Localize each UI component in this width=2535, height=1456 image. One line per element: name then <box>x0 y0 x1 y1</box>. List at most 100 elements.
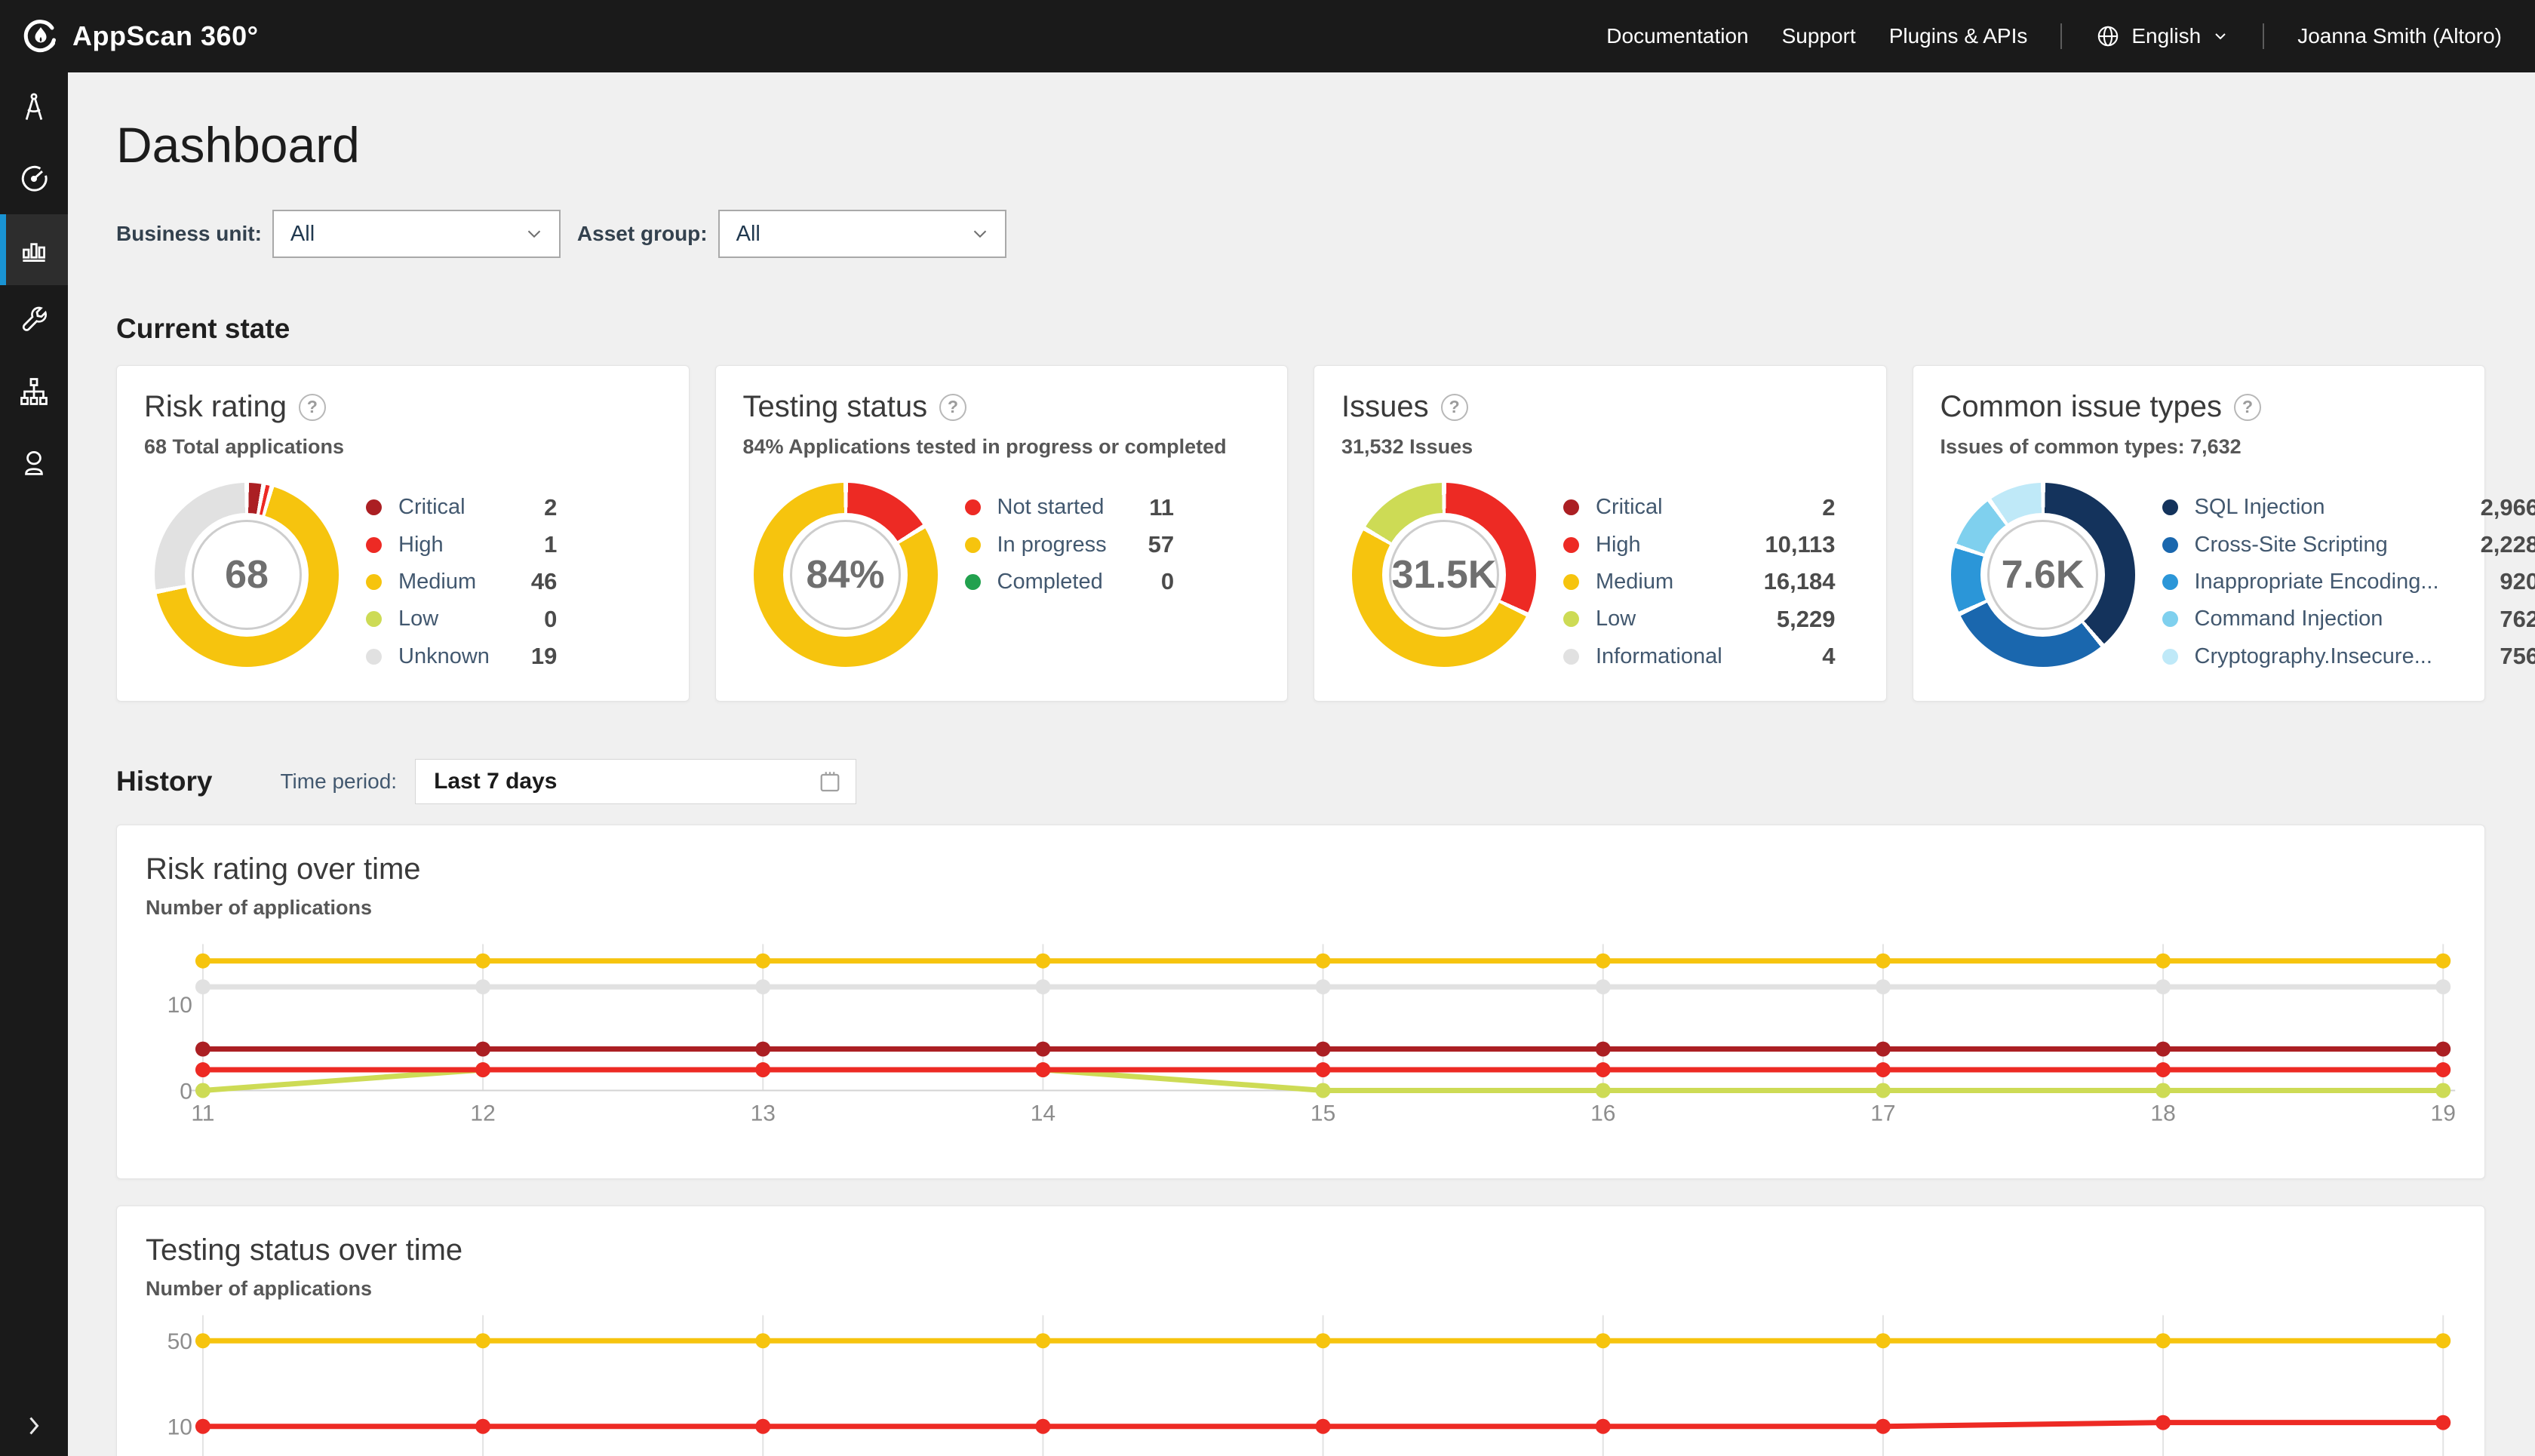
legend-label: Command Injection <box>2195 607 2439 631</box>
svg-text:14: 14 <box>1031 1101 1055 1126</box>
sidebar-item-organization[interactable] <box>0 356 68 427</box>
issues-donut-chart: 31.5K <box>1352 483 1536 667</box>
legend-value: 2 <box>490 494 557 521</box>
legend-dot <box>1563 574 1579 590</box>
asset-group-select[interactable]: All <box>718 210 1006 258</box>
legend-label: Inappropriate Encoding... <box>2195 570 2439 594</box>
app-logo: AppScan 360° <box>0 18 259 54</box>
hierarchy-icon <box>17 375 51 408</box>
help-icon[interactable]: ? <box>2234 394 2261 421</box>
sidebar-expand-button[interactable] <box>0 1412 68 1439</box>
testing-status-donut-chart: 84% <box>754 483 938 667</box>
card-testing-status: Testing status ? 84% Applications tested… <box>715 365 1289 702</box>
legend-dot <box>2162 649 2178 665</box>
business-unit-select[interactable]: All <box>272 210 561 258</box>
chart-title: Testing status over time <box>146 1233 462 1267</box>
chevron-down-icon <box>969 223 991 245</box>
svg-text:16: 16 <box>1590 1101 1615 1126</box>
language-menu[interactable]: English <box>2095 23 2229 49</box>
legend-dot <box>965 574 981 590</box>
legend-value: 46 <box>490 568 557 595</box>
legend-label: Informational <box>1596 644 1722 669</box>
testing-status-over-time-card: Testing status over time Number of appli… <box>116 1206 2485 1456</box>
help-icon[interactable]: ? <box>1441 394 1468 421</box>
topbar: AppScan 360° Documentation Support Plugi… <box>0 0 2535 72</box>
sidebar-item-settings[interactable] <box>0 285 68 356</box>
current-state-heading: Current state <box>116 313 2485 345</box>
chart-legend: Not started11In progress57Completed0 <box>965 489 1175 601</box>
legend-dot <box>2162 574 2178 590</box>
card-title: Common issue types <box>1940 390 2222 424</box>
donut-center-value: 7.6K <box>1951 483 2135 667</box>
business-unit-label: Business unit: <box>116 222 262 246</box>
donut-center-value: 31.5K <box>1352 483 1536 667</box>
legend-value: 16,184 <box>1722 568 1836 595</box>
time-period-label: Time period: <box>280 769 397 794</box>
sidebar-item-scans[interactable] <box>0 143 68 214</box>
chevron-right-icon <box>20 1412 48 1439</box>
card-subtitle: 84% Applications tested in progress or c… <box>743 435 1227 459</box>
chart-legend: Critical2High10,113Medium16,184Low5,229I… <box>1563 489 1835 675</box>
legend-value: 5,229 <box>1722 606 1836 633</box>
sidebar-item-applications[interactable] <box>0 72 68 143</box>
legend-value: 2 <box>1722 494 1836 521</box>
legend-dot <box>1563 649 1579 665</box>
nav-support[interactable]: Support <box>1782 24 1856 48</box>
card-common-issue-types: Common issue types ? Issues of common ty… <box>1913 365 2486 702</box>
gauge-icon <box>17 162 51 195</box>
card-title: Testing status <box>743 390 928 424</box>
top-navigation: Documentation Support Plugins & APIs Eng… <box>1606 23 2535 49</box>
page-title: Dashboard <box>116 115 2485 175</box>
card-issues: Issues ? 31,532 Issues 31.5K Critical2Hi… <box>1314 365 1887 702</box>
sidebar-item-dashboard[interactable] <box>0 214 68 285</box>
brand-name: AppScan 360° <box>72 20 259 52</box>
legend-value: 10,113 <box>1722 531 1836 558</box>
globe-icon <box>2095 23 2121 49</box>
legend-dot <box>1563 611 1579 627</box>
legend-value: 11 <box>1107 494 1174 521</box>
time-period-field[interactable]: Last 7 days <box>415 759 856 804</box>
legend-dot <box>965 537 981 553</box>
legend-label: Not started <box>997 495 1107 520</box>
svg-text:12: 12 <box>470 1101 495 1126</box>
legend-value: 0 <box>1107 568 1174 595</box>
legend-dot <box>965 499 981 515</box>
legend-label: Low <box>1596 607 1722 631</box>
sidebar-item-users[interactable] <box>0 427 68 498</box>
chevron-down-icon <box>2211 27 2229 45</box>
bar-chart-icon <box>17 233 51 266</box>
donut-center-value: 84% <box>754 483 938 667</box>
chart-y-axis-label: Number of applications <box>146 896 372 920</box>
help-icon[interactable]: ? <box>939 394 966 421</box>
legend-value: 762 <box>2439 606 2535 633</box>
legend-value: 1 <box>490 531 557 558</box>
nav-documentation[interactable]: Documentation <box>1606 24 1748 48</box>
donut-center-value: 68 <box>155 483 339 667</box>
business-unit-filter: Business unit: All <box>116 210 561 258</box>
legend-value: 756 <box>2439 643 2535 670</box>
legend-label: Completed <box>997 570 1107 594</box>
legend-dot <box>2162 537 2178 553</box>
user-icon <box>17 446 51 479</box>
help-icon[interactable]: ? <box>299 394 326 421</box>
svg-text:13: 13 <box>751 1101 776 1126</box>
calendar-icon <box>816 768 843 795</box>
card-subtitle: Issues of common types: 7,632 <box>1940 435 2242 459</box>
svg-text:11: 11 <box>191 1101 214 1126</box>
legend-label: Low <box>398 607 490 631</box>
legend-label: Critical <box>398 495 490 520</box>
user-menu[interactable]: Joanna Smith (Altoro) <box>2297 24 2502 48</box>
common-issue-types-donut-chart: 7.6K <box>1951 483 2135 667</box>
compass-icon <box>17 91 51 124</box>
legend-label: High <box>398 533 490 558</box>
legend-dot <box>2162 611 2178 627</box>
svg-text:50: 50 <box>167 1329 192 1354</box>
legend-label: Unknown <box>398 644 490 669</box>
legend-dot <box>366 611 382 627</box>
svg-text:0: 0 <box>180 1079 192 1104</box>
svg-text:18: 18 <box>2150 1101 2175 1126</box>
card-title: Risk rating <box>144 390 287 424</box>
nav-plugins-apis[interactable]: Plugins & APIs <box>1889 24 2028 48</box>
legend-label: Medium <box>398 570 490 594</box>
legend-value: 2,228 <box>2439 531 2535 558</box>
